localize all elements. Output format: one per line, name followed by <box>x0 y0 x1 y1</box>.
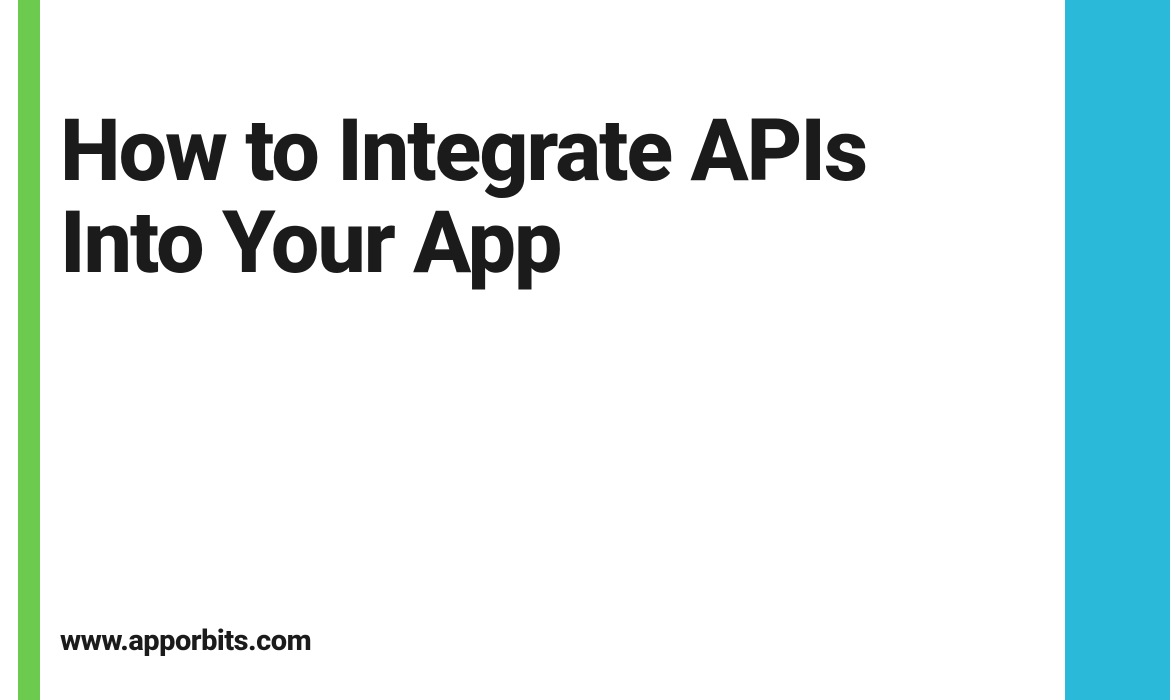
site-url: www.apporbits.com <box>60 624 311 658</box>
accent-bar-left <box>18 0 40 700</box>
accent-bar-right <box>1065 0 1170 700</box>
title-line-2: Into Your App <box>60 192 560 293</box>
main-content: How to Integrate APIs Into Your App <box>60 105 1040 700</box>
page-title: How to Integrate APIs Into Your App <box>60 105 1040 289</box>
title-line-1: How to Integrate APIs <box>60 100 866 201</box>
